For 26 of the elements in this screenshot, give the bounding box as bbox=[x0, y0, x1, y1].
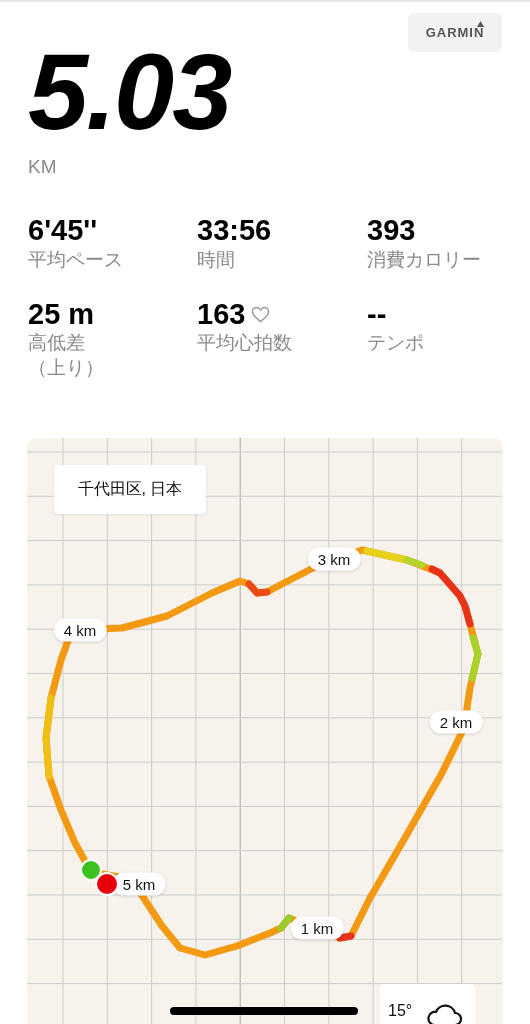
stat-value: 163 bbox=[197, 298, 246, 331]
stat-value: 393 bbox=[367, 215, 416, 247]
stat-value: 6'45'' bbox=[28, 215, 98, 247]
distance-value: 5.03 bbox=[28, 38, 231, 146]
stat-label: 時間 bbox=[197, 247, 236, 272]
heart-icon bbox=[251, 306, 271, 323]
distance-unit: KM bbox=[28, 156, 58, 178]
stat-label: 消費カロリー bbox=[367, 247, 482, 272]
distance-marker: 3 km bbox=[307, 547, 361, 571]
distance-marker: 2 km bbox=[429, 710, 483, 734]
stat-value: 25 m bbox=[28, 298, 95, 331]
stat-label: 平均心拍数 bbox=[197, 331, 293, 356]
cloud-icon bbox=[426, 1002, 463, 1024]
stat-label: 平均ペース bbox=[28, 247, 124, 272]
brand-logo: GARMIN bbox=[408, 13, 502, 52]
stat-label: テンポ bbox=[367, 331, 425, 356]
triangle-icon bbox=[477, 21, 484, 27]
distance-marker: 1 km bbox=[290, 916, 344, 940]
distance-marker: 4 km bbox=[53, 618, 107, 642]
temperature: 15° bbox=[388, 1002, 413, 1020]
stat-label: （上り） bbox=[28, 356, 105, 381]
location-label: 千代田区, 日本 bbox=[54, 465, 206, 514]
stat-value: 33:56 bbox=[197, 215, 272, 247]
stat-label: 高低差 bbox=[28, 331, 86, 356]
stat-value: -- bbox=[367, 298, 387, 331]
home-indicator[interactable] bbox=[170, 1007, 358, 1015]
